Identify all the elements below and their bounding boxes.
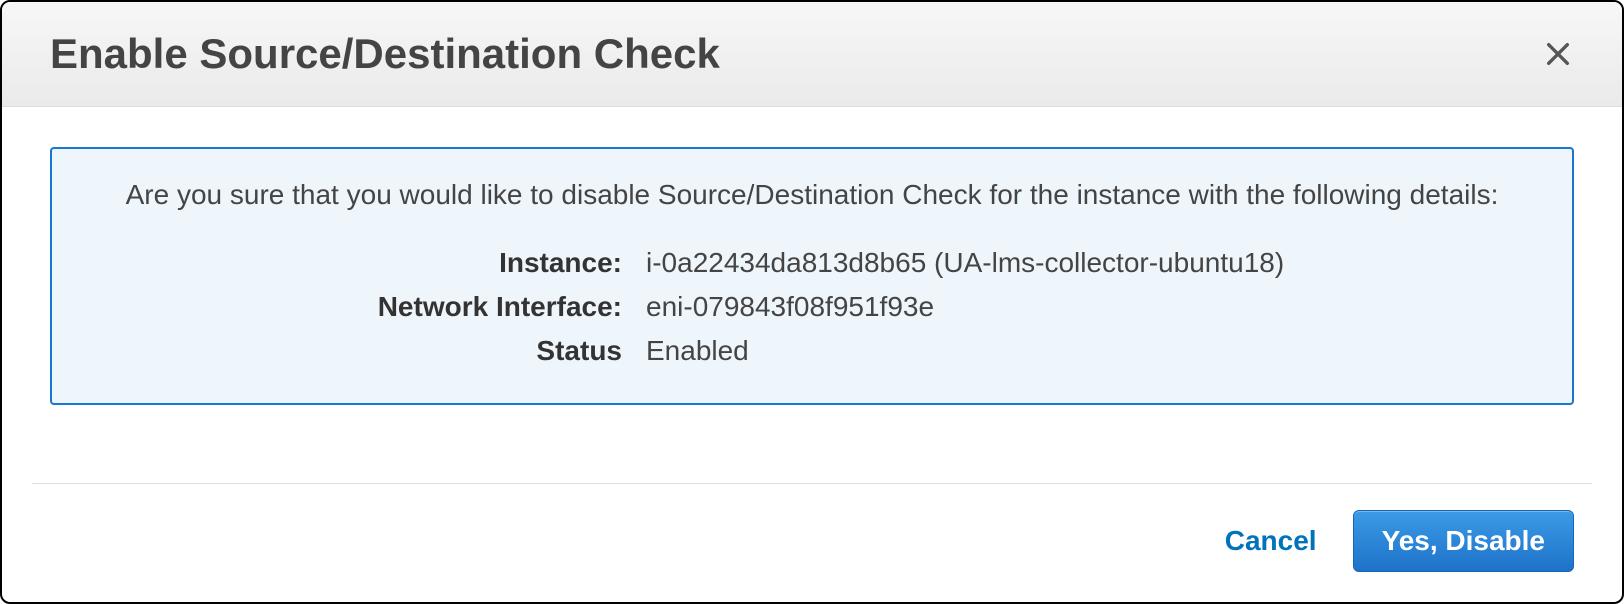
info-panel: Are you sure that you would like to disa… (50, 147, 1574, 405)
network-interface-value: eni-079843f08f951f93e (646, 291, 1532, 323)
instance-label: Instance: (92, 247, 622, 279)
confirmation-modal: Enable Source/Destination Check Are you … (0, 0, 1624, 604)
status-label: Status (92, 335, 622, 367)
modal-title: Enable Source/Destination Check (50, 30, 720, 78)
network-interface-label: Network Interface: (92, 291, 622, 323)
details-list: Instance: i-0a22434da813d8b65 (UA-lms-co… (92, 247, 1532, 367)
modal-footer: Cancel Yes, Disable (2, 484, 1622, 602)
confirm-disable-button[interactable]: Yes, Disable (1353, 510, 1574, 572)
modal-body: Are you sure that you would like to disa… (2, 107, 1622, 443)
modal-header: Enable Source/Destination Check (2, 2, 1622, 107)
instance-value: i-0a22434da813d8b65 (UA-lms-collector-ub… (646, 247, 1532, 279)
status-value: Enabled (646, 335, 1532, 367)
close-icon[interactable] (1542, 38, 1574, 70)
confirmation-message: Are you sure that you would like to disa… (92, 179, 1532, 211)
cancel-button[interactable]: Cancel (1217, 515, 1325, 567)
